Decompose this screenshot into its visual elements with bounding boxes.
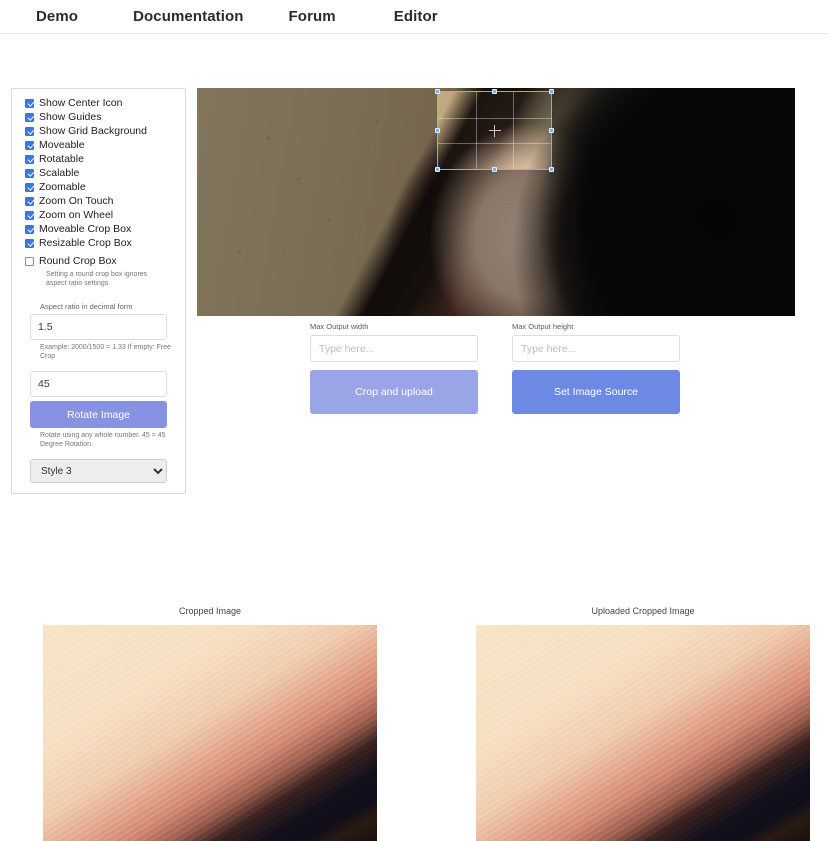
guide-horizontal-2: [438, 143, 551, 145]
aspect-ratio-hint: Example: 2000/1500 = 1.33 If empty: Free…: [40, 344, 171, 360]
checkbox-row-resizable-crop-box[interactable]: Resizable Crop Box: [12, 236, 185, 250]
nav-item-editor[interactable]: Editor: [394, 8, 438, 25]
checkbox-round-crop-box[interactable]: [25, 256, 34, 266]
max-output-width-label: Max Output width: [310, 322, 369, 331]
checkbox-label-zoomable: Zoomable: [39, 181, 86, 193]
checkbox-row-rotatable[interactable]: Rotatable: [12, 152, 185, 166]
checkbox-rotatable[interactable]: [25, 154, 34, 164]
uploaded-cropped-image-preview: [476, 625, 810, 841]
max-output-width-group: Max Output width Crop and upload: [310, 322, 478, 414]
crop-handle-northwest[interactable]: [435, 89, 440, 94]
checkbox-row-round-crop-box[interactable]: Round Crop Box: [12, 254, 185, 268]
guide-vertical-2: [513, 92, 515, 169]
checkbox-row-scalable[interactable]: Scalable: [12, 166, 185, 180]
aspect-ratio-input[interactable]: [30, 314, 167, 340]
round-crop-box-hint: Setting a round crop box ignores aspect …: [46, 271, 148, 287]
crop-handle-southeast[interactable]: [549, 167, 554, 172]
crop-box[interactable]: [435, 89, 554, 172]
checkbox-label-moveable: Moveable: [39, 139, 85, 151]
nav-item-demo[interactable]: Demo: [36, 8, 78, 25]
nav-item-forum[interactable]: Forum: [289, 8, 336, 25]
checkbox-label-show-guides: Show Guides: [39, 111, 102, 123]
max-output-height-group: Max Output height Set Image Source: [512, 322, 680, 414]
checkbox-label-rotatable: Rotatable: [39, 153, 84, 165]
crop-and-upload-button[interactable]: Crop and upload: [310, 370, 478, 414]
checkbox-moveable[interactable]: [25, 140, 34, 150]
checkbox-show-center-icon[interactable]: [25, 98, 34, 108]
max-output-height-input[interactable]: [512, 335, 680, 362]
checkbox-label-resizable-crop-box: Resizable Crop Box: [39, 237, 132, 249]
crop-handle-west[interactable]: [435, 127, 440, 133]
aspect-ratio-label: Aspect ratio in decimal form: [40, 302, 133, 311]
checkbox-zoomable[interactable]: [25, 182, 34, 192]
checkbox-label-zoom-on-wheel: Zoom on Wheel: [39, 209, 114, 221]
top-navigation-bar: Demo Documentation Forum Editor: [0, 0, 828, 34]
uploaded-cropped-image-card: Uploaded Cropped Image: [476, 606, 810, 841]
uploaded-cropped-image-title: Uploaded Cropped Image: [591, 606, 695, 616]
crop-handle-south[interactable]: [491, 167, 497, 172]
checkbox-scalable[interactable]: [25, 168, 34, 178]
style-select[interactable]: Style 3: [30, 459, 167, 483]
crop-handle-north[interactable]: [491, 89, 497, 94]
options-panel: Show Center Icon Show Guides Show Grid B…: [11, 88, 186, 494]
checkbox-row-show-guides[interactable]: Show Guides: [12, 110, 185, 124]
checkbox-label-show-center-icon: Show Center Icon: [39, 97, 123, 109]
checkbox-label-round-crop-box: Round Crop Box: [39, 255, 117, 267]
checkbox-show-grid-background[interactable]: [25, 126, 34, 136]
checkbox-zoom-on-touch[interactable]: [25, 196, 34, 206]
cropper-stage[interactable]: [197, 88, 795, 316]
checkbox-label-moveable-crop-box: Moveable Crop Box: [39, 223, 132, 235]
crop-handle-northeast[interactable]: [549, 89, 554, 94]
checkbox-row-zoomable[interactable]: Zoomable: [12, 180, 185, 194]
guide-vertical-1: [475, 92, 477, 169]
crop-handle-east[interactable]: [549, 127, 554, 133]
checkbox-zoom-on-wheel[interactable]: [25, 210, 34, 220]
crop-handle-southwest[interactable]: [435, 167, 440, 172]
checkbox-moveable-crop-box[interactable]: [25, 224, 34, 234]
cropped-image-card: Cropped Image: [43, 606, 377, 841]
checkbox-row-moveable-crop-box[interactable]: Moveable Crop Box: [12, 222, 185, 236]
checkbox-row-moveable[interactable]: Moveable: [12, 138, 185, 152]
guide-horizontal-1: [438, 117, 551, 119]
checkbox-label-scalable: Scalable: [39, 167, 80, 179]
max-output-height-label: Max Output height: [512, 322, 574, 331]
rotation-hint: Rotate using any whole number. 45 = 45 D…: [40, 432, 166, 448]
checkbox-row-show-center-icon[interactable]: Show Center Icon: [12, 96, 185, 110]
cropped-image-preview: [43, 625, 377, 841]
set-image-source-button[interactable]: Set Image Source: [512, 370, 680, 414]
center-crosshair-icon: [488, 124, 501, 137]
checkbox-resizable-crop-box[interactable]: [25, 238, 34, 248]
checkbox-row-zoom-on-touch[interactable]: Zoom On Touch: [12, 194, 185, 208]
rotate-image-button[interactable]: Rotate Image: [30, 401, 167, 428]
checkbox-row-zoom-on-wheel[interactable]: Zoom on Wheel: [12, 208, 185, 222]
cropped-image-title: Cropped Image: [178, 606, 242, 616]
rotation-degrees-input[interactable]: [30, 371, 167, 397]
workspace: Show Center Icon Show Guides Show Grid B…: [0, 34, 828, 841]
checkbox-label-zoom-on-touch: Zoom On Touch: [39, 195, 114, 207]
checkbox-show-guides[interactable]: [25, 112, 34, 122]
checkbox-label-show-grid-background: Show Grid Background: [39, 125, 147, 137]
max-output-width-input[interactable]: [310, 335, 478, 362]
nav-item-documentation[interactable]: Documentation: [133, 8, 243, 25]
checkbox-row-show-grid-background[interactable]: Show Grid Background: [12, 124, 185, 138]
